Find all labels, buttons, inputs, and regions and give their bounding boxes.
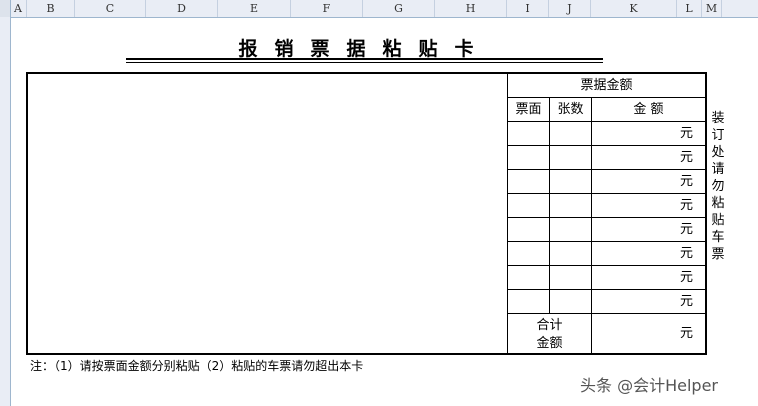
face-cell[interactable] <box>507 145 549 169</box>
face-cell[interactable] <box>507 121 549 145</box>
table-header[interactable]: 票据金额 <box>507 73 705 98</box>
count-cell[interactable] <box>549 145 591 169</box>
binding-note: 装订处请勿粘贴车票 <box>711 111 725 262</box>
total-label[interactable]: 合计 金额 <box>507 313 591 353</box>
column-header-B[interactable]: B <box>27 0 75 17</box>
column-header-A[interactable]: A <box>10 0 27 17</box>
face-cell[interactable] <box>507 289 549 313</box>
count-cell[interactable] <box>549 265 591 289</box>
amount-cell[interactable]: 元 <box>591 145 705 169</box>
column-col-amount[interactable]: 金 额 <box>591 97 705 121</box>
total-label-text: 合计 <box>536 318 563 333</box>
face-cell[interactable] <box>507 193 549 217</box>
count-cell[interactable] <box>549 217 591 241</box>
face-cell[interactable] <box>507 169 549 193</box>
amount-cell[interactable]: 元 <box>591 265 705 289</box>
face-cell[interactable] <box>507 241 549 265</box>
row-header-bar <box>0 17 11 406</box>
column-header-L[interactable]: L <box>677 0 702 17</box>
column-header-E[interactable]: E <box>218 0 291 17</box>
total-amount[interactable]: 元 <box>591 313 705 353</box>
count-cell[interactable] <box>549 289 591 313</box>
column-header-F[interactable]: F <box>291 0 363 17</box>
amount-cell[interactable]: 元 <box>591 193 705 217</box>
column-header-I[interactable]: I <box>507 0 549 17</box>
column-header-H[interactable]: H <box>435 0 507 17</box>
count-cell[interactable] <box>549 169 591 193</box>
column-header-K[interactable]: K <box>591 0 677 17</box>
amount-cell[interactable]: 元 <box>591 169 705 193</box>
amount-cell[interactable]: 元 <box>591 289 705 313</box>
count-cell[interactable] <box>549 121 591 145</box>
amount-cell[interactable]: 元 <box>591 121 705 145</box>
page-title: 报销票据粘贴卡 <box>238 38 491 60</box>
total-label-text: 金额 <box>536 336 563 351</box>
column-header-bar: ABCDEFGHIJKLM <box>0 0 758 18</box>
face-cell[interactable] <box>507 217 549 241</box>
count-cell[interactable] <box>549 241 591 265</box>
select-all-corner[interactable] <box>0 0 11 17</box>
amount-cell[interactable]: 元 <box>591 241 705 265</box>
column-header-G[interactable]: G <box>363 0 435 17</box>
amount-cell[interactable]: 元 <box>591 217 705 241</box>
column-header-D[interactable]: D <box>146 0 218 17</box>
column-col-count[interactable]: 张数 <box>549 97 591 121</box>
column-header-M[interactable]: M <box>702 0 722 17</box>
watermark: 头条 @会计Helper <box>580 376 718 395</box>
column-header-C[interactable]: C <box>75 0 146 17</box>
column-header-J[interactable]: J <box>549 0 591 17</box>
footnote: 注：（1）请按票面金额分别粘贴（2）粘贴的车票请勿超出本卡 <box>30 359 364 373</box>
title-double-underline <box>126 58 603 63</box>
column-col-face[interactable]: 票面 <box>507 97 549 121</box>
count-cell[interactable] <box>549 193 591 217</box>
face-cell[interactable] <box>507 265 549 289</box>
